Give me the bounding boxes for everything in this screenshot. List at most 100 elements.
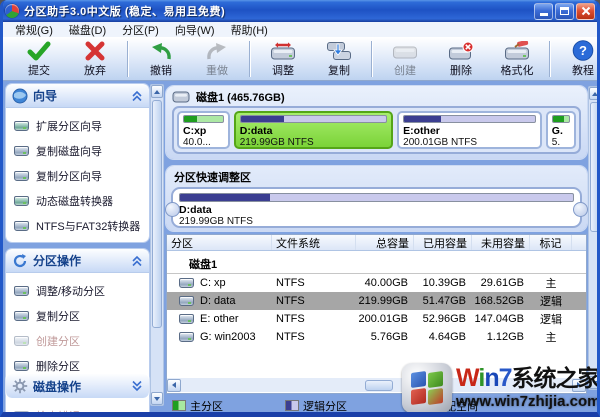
toolbar: 提交 放弃 撤销 重做 调整 复制 创建 删除 <box>3 38 597 81</box>
scrollbar-thumb[interactable] <box>152 100 162 328</box>
usage-bar <box>179 193 574 202</box>
sidebar-item-dynamic-disk-converter[interactable]: 动态磁盘转换器 <box>14 188 145 213</box>
menu-general[interactable]: 常规(G) <box>7 22 61 38</box>
toolbar-tutorial-button[interactable]: ? 教程 <box>555 41 597 78</box>
scroll-down-button[interactable] <box>151 392 163 405</box>
toolbar-delete-button[interactable]: 删除 <box>433 41 489 78</box>
partition-block-d-selected[interactable]: D:data 219.99GB NTFS <box>234 111 393 149</box>
menu-help[interactable]: 帮助(H) <box>223 22 276 38</box>
menu-wizard[interactable]: 向导(W) <box>167 22 223 38</box>
sidebar-item-ntfs-fat32-converter[interactable]: NTFS与FAT32转换器 <box>14 213 145 238</box>
sidebar: 向导 扩展分区向导 复制磁盘向导 复制分区向导 动态磁盘转换器 NTFS与FAT… <box>6 84 149 406</box>
resize-handle-left[interactable] <box>165 202 180 217</box>
menu-disk[interactable]: 磁盘(D) <box>61 22 114 38</box>
primary-partition-swatch <box>172 400 186 411</box>
disk-icon <box>14 146 29 156</box>
window-title: 分区助手3.0中文版 (稳定、易用且免费) <box>24 3 534 19</box>
delete-disk-icon <box>448 41 474 61</box>
minimize-button[interactable] <box>534 3 553 20</box>
sidebar-item-copy-disk-wizard[interactable]: 复制磁盘向导 <box>14 138 145 163</box>
table-row-c[interactable]: C: xp NTFS 40.00GB 10.39GB 29.61GB 主 <box>167 274 586 292</box>
col-total[interactable]: 总容量 <box>356 235 414 250</box>
scroll-left-button[interactable] <box>167 379 181 392</box>
arrow-up-icon <box>592 92 598 96</box>
col-partition[interactable]: 分区 <box>167 235 272 250</box>
discard-x-icon <box>84 41 106 61</box>
logical-partition-swatch <box>285 400 299 411</box>
usage-bar <box>403 115 536 123</box>
sidebar-scrollbar[interactable] <box>150 84 164 406</box>
table-row-e[interactable]: E: other NTFS 200.01GB 52.96GB 147.04GB … <box>167 310 586 328</box>
menu-bar: 常规(G) 磁盘(D) 分区(P) 向导(W) 帮助(H) <box>3 22 597 38</box>
close-button[interactable] <box>576 3 595 20</box>
legend-logical: 逻辑分区 <box>285 398 347 414</box>
toolbar-redo-button[interactable]: 重做 <box>189 41 245 78</box>
wizards-header[interactable]: 向导 <box>6 84 149 108</box>
sidebar-item-create-partition[interactable]: 创建分区 <box>14 328 145 353</box>
disk-icon <box>14 196 29 206</box>
copy-disk-icon <box>326 41 352 61</box>
redo-arrow-icon <box>205 41 229 61</box>
toolbar-format-button[interactable]: 格式化 <box>489 41 545 78</box>
toolbar-resize-button[interactable]: 调整 <box>255 41 311 78</box>
partition-block-e[interactable]: E:other 200.01GB NTFS <box>397 111 542 149</box>
scroll-up-button[interactable] <box>151 85 163 98</box>
disk-icon <box>14 336 29 346</box>
sidebar-item-resize-move[interactable]: 调整/移动分区 <box>14 278 145 303</box>
partition-block-c[interactable]: C:xp 40.0... <box>177 111 230 149</box>
resize-handle-right[interactable] <box>573 202 588 217</box>
sidebar-item-copy-partition[interactable]: 复制分区 <box>14 303 145 328</box>
toolbar-copy-button[interactable]: 复制 <box>311 41 367 78</box>
usage-bar <box>240 115 387 123</box>
undo-arrow-icon <box>149 41 173 61</box>
format-disk-icon <box>504 41 530 61</box>
disk-icon <box>172 91 190 103</box>
title-bar[interactable]: 分区助手3.0中文版 (稳定、易用且免费) <box>0 0 600 22</box>
disk-title: 磁盘1 (465.76GB) <box>196 89 285 105</box>
disk-icon <box>14 311 29 321</box>
disk-icon <box>14 411 29 417</box>
table-group-disk1[interactable]: 磁盘1 <box>167 254 586 274</box>
scrollbar-thumb[interactable] <box>365 380 393 391</box>
commit-check-icon <box>27 41 51 61</box>
scroll-up-button[interactable] <box>589 87 600 100</box>
close-icon <box>581 6 591 16</box>
table-row-d-selected[interactable]: D: data NTFS 219.99GB 51.47GB 168.52GB 逻… <box>167 292 586 310</box>
disk-icon <box>14 121 29 131</box>
toolbar-separator <box>127 41 129 77</box>
sidebar-item-copy-partition-wizard[interactable]: 复制分区向导 <box>14 163 145 188</box>
disk-ops-title: 磁盘操作 <box>33 378 126 395</box>
partition-block-g[interactable]: G. 5. <box>546 111 576 149</box>
col-flag[interactable]: 标记 <box>530 235 572 250</box>
disk-ops-header[interactable]: 磁盘操作 <box>6 374 149 398</box>
toolbar-separator <box>371 41 373 77</box>
chevron-up-icon[interactable] <box>131 255 143 267</box>
col-used[interactable]: 已用容量 <box>414 235 472 250</box>
toolbar-discard-button[interactable]: 放弃 <box>67 41 123 78</box>
chevron-up-icon[interactable] <box>131 90 143 102</box>
sidebar-item-check-errors[interactable]: 检查错误 <box>14 403 145 417</box>
chevron-down-icon[interactable] <box>131 380 143 392</box>
disk-icon <box>14 221 29 231</box>
table-row-g[interactable]: G: win2003 NTFS 5.76GB 4.64GB 1.12GB 主 <box>167 328 586 346</box>
partition-ops-header[interactable]: 分区操作 <box>6 249 149 273</box>
toolbar-separator <box>549 41 551 77</box>
scrollbar-thumb[interactable] <box>590 102 600 232</box>
quick-adjust-bar[interactable]: D:data 219.99GB NTFS <box>171 187 582 228</box>
toolbar-create-button[interactable]: 创建 <box>377 41 433 78</box>
disk-icon <box>14 171 29 181</box>
col-free[interactable]: 未用容量 <box>472 235 530 250</box>
toolbar-undo-button[interactable]: 撤销 <box>133 41 189 78</box>
maximize-button[interactable] <box>555 3 574 20</box>
toolbar-commit-button[interactable]: 提交 <box>11 41 67 78</box>
quick-adjust-title: 分区快速调整区 <box>171 169 582 185</box>
main-scrollbar[interactable] <box>588 86 600 390</box>
partition-ops-title: 分区操作 <box>33 252 126 269</box>
sidebar-item-extend-wizard[interactable]: 扩展分区向导 <box>14 113 145 138</box>
col-filesystem[interactable]: 文件系统 <box>272 235 356 250</box>
wizards-title: 向导 <box>33 87 126 104</box>
sidebar-panel-wizards: 向导 扩展分区向导 复制磁盘向导 复制分区向导 动态磁盘转换器 NTFS与FAT… <box>6 84 149 242</box>
arrow-left-icon <box>172 382 176 388</box>
maximize-icon <box>560 7 569 15</box>
menu-partition[interactable]: 分区(P) <box>114 22 167 38</box>
